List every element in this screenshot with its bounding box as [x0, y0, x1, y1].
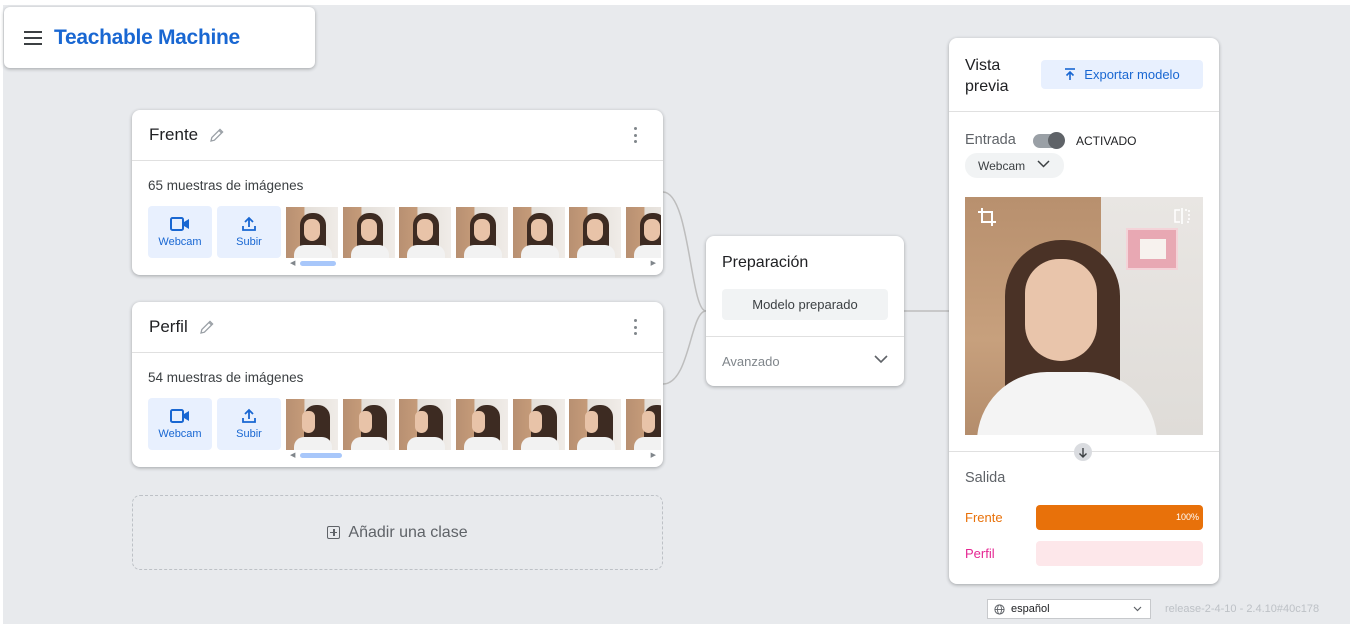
upload-button-label: Subir — [236, 428, 262, 440]
output-class-name: Frente — [965, 510, 1003, 525]
sample-thumbnail[interactable] — [286, 399, 338, 450]
input-source-value: Webcam — [978, 158, 1026, 173]
preview-title: Vista previa — [965, 57, 1009, 95]
sample-thumbnail[interactable] — [456, 399, 509, 450]
input-source-select[interactable]: Webcam — [965, 153, 1064, 178]
sample-thumbnail[interactable] — [342, 399, 395, 450]
chevron-down-icon — [874, 355, 888, 364]
app-logo[interactable]: Teachable Machine — [54, 26, 240, 50]
arrow-down-icon — [1074, 443, 1092, 461]
sample-thumbnail[interactable] — [456, 207, 509, 258]
class-card-header: Perfil — [132, 302, 663, 353]
flip-icon[interactable] — [1173, 207, 1191, 225]
upload-button[interactable]: Subir — [217, 206, 281, 258]
webcam-button[interactable]: Webcam — [148, 206, 212, 258]
app-header: Teachable Machine — [4, 7, 315, 68]
crop-icon[interactable] — [977, 207, 997, 227]
confidence-bar: 100% — [1036, 505, 1203, 530]
scrollbar-thumb[interactable] — [300, 261, 336, 266]
preview-panel: Vista previa Exportar modelo Entrada ACT… — [949, 38, 1219, 584]
left-edge — [0, 0, 3, 624]
output-row-perfil: Perfil — [965, 541, 1203, 566]
language-select[interactable]: español — [987, 599, 1151, 619]
class-name[interactable]: Perfil — [149, 317, 188, 337]
sample-thumbnail[interactable] — [512, 207, 565, 258]
webcam-button[interactable]: Webcam — [148, 398, 212, 450]
sample-thumbnail[interactable] — [399, 399, 452, 450]
sample-thumbnails — [286, 399, 661, 450]
hamburger-menu-icon[interactable] — [24, 30, 42, 45]
output-class-name: Perfil — [965, 546, 995, 561]
upload-icon — [242, 408, 256, 423]
confidence-percent: 100% — [1175, 512, 1199, 522]
advanced-toggle[interactable]: Avanzado — [706, 337, 904, 385]
scroll-left-icon[interactable]: ◀ — [290, 451, 295, 459]
webcam-preview — [965, 197, 1203, 435]
upload-button[interactable]: Subir — [217, 398, 281, 450]
sample-thumbnail[interactable] — [569, 207, 622, 258]
training-card: Preparación Modelo preparado Avanzado — [706, 236, 904, 386]
scrollbar-thumb[interactable] — [300, 453, 342, 458]
webcam-button-label: Webcam — [158, 428, 202, 440]
class-name[interactable]: Frente — [149, 125, 198, 145]
output-label: Salida — [965, 470, 1006, 486]
add-box-icon — [327, 526, 341, 539]
video-camera-icon — [170, 409, 189, 423]
language-value: español — [1011, 603, 1050, 615]
upload-icon — [242, 216, 256, 231]
video-camera-icon — [170, 217, 189, 231]
divider — [949, 111, 1219, 112]
upload-button-label: Subir — [236, 236, 262, 248]
training-title: Preparación — [722, 254, 809, 271]
add-class-label: Añadir una clase — [348, 523, 468, 541]
top-edge — [0, 0, 1350, 5]
class-card-perfil: Perfil 54 muestras de imágenes Webcam Su… — [132, 302, 663, 467]
sample-thumbnail[interactable] — [626, 399, 661, 450]
thumbnail-scrollbar[interactable]: ◀ ▶ — [290, 451, 656, 459]
sample-thumbnail[interactable] — [512, 399, 565, 450]
sample-thumbnail[interactable] — [342, 207, 395, 258]
more-options-icon[interactable] — [632, 319, 638, 335]
release-version: release-2-4-10 - 2.4.10#40c178 — [1165, 603, 1320, 615]
thumbnail-scrollbar[interactable]: ◀ ▶ — [290, 259, 656, 267]
sample-thumbnail[interactable] — [286, 207, 338, 258]
more-options-icon[interactable] — [632, 127, 638, 143]
scroll-right-icon[interactable]: ▶ — [651, 259, 656, 267]
sample-count: 54 muestras de imágenes — [148, 370, 304, 385]
input-toggle[interactable] — [1033, 132, 1065, 149]
advanced-label: Avanzado — [722, 353, 780, 369]
export-upload-icon — [1065, 68, 1076, 80]
class-card-frente: Frente 65 muestras de imágenes Webcam Su… — [132, 110, 663, 275]
add-class-button[interactable]: Añadir una clase — [132, 495, 663, 570]
confidence-bar — [1036, 541, 1203, 566]
class-card-header: Frente — [132, 110, 663, 161]
sample-thumbnails — [286, 207, 661, 258]
train-model-button[interactable]: Modelo preparado — [722, 289, 888, 320]
edit-pencil-icon[interactable] — [198, 318, 216, 336]
edit-pencil-icon[interactable] — [208, 126, 226, 144]
chevron-down-icon — [1133, 606, 1142, 612]
sample-thumbnail[interactable] — [626, 207, 661, 258]
webcam-button-label: Webcam — [158, 236, 202, 248]
toggle-state-label: ACTIVADO — [1076, 134, 1137, 148]
sample-thumbnail[interactable] — [569, 399, 622, 450]
scroll-left-icon[interactable]: ◀ — [290, 259, 295, 267]
chevron-down-icon — [1037, 160, 1050, 168]
scroll-right-icon[interactable]: ▶ — [651, 451, 656, 459]
input-label: Entrada — [965, 132, 1016, 148]
globe-icon — [994, 604, 1005, 615]
sample-thumbnail[interactable] — [399, 207, 452, 258]
export-model-label: Exportar modelo — [1084, 67, 1180, 82]
export-model-button[interactable]: Exportar modelo — [1041, 60, 1203, 89]
output-row-frente: Frente 100% — [965, 505, 1203, 530]
sample-count: 65 muestras de imágenes — [148, 178, 304, 193]
